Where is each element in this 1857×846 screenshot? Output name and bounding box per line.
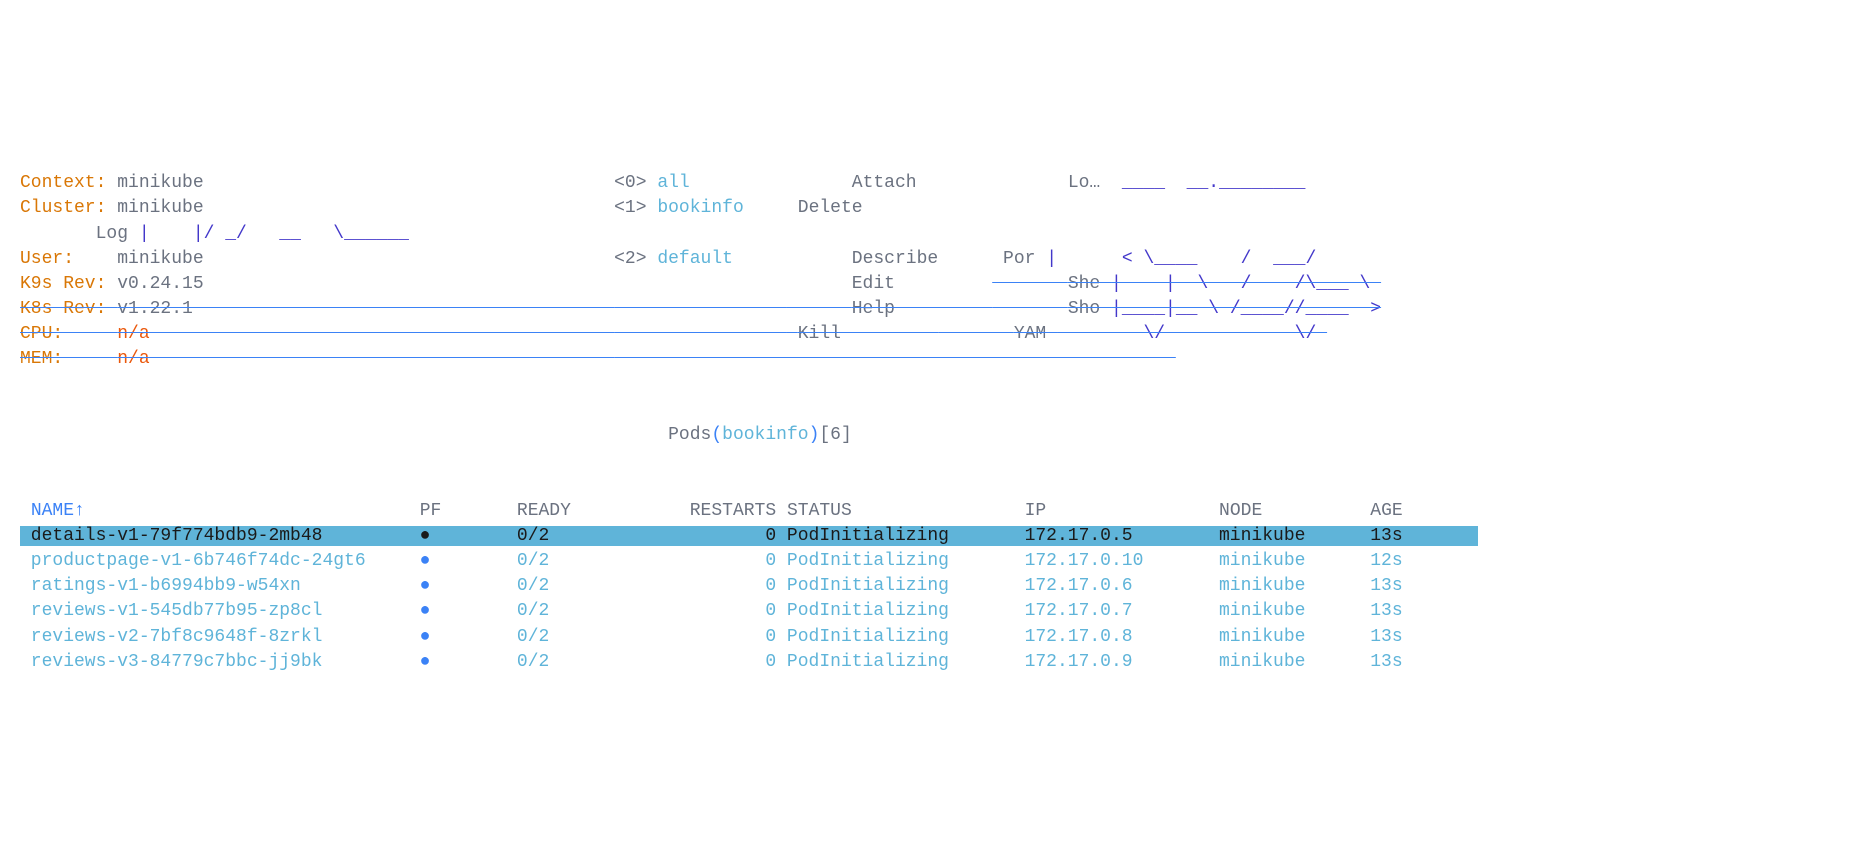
hotkey-text: Describe: [852, 249, 992, 269]
pf-dot: ●: [420, 576, 517, 596]
table-row[interactable]: reviews-v1-545db77b95-zp8cl ● 0/2 0 PodI…: [20, 601, 1478, 621]
hotkey-key: [992, 173, 1068, 193]
col-name[interactable]: NAME↑: [31, 501, 420, 521]
pf-dot: ●: [420, 551, 517, 571]
hotkey-text: Edit: [852, 274, 992, 294]
table-row[interactable]: reviews-v3-84779c7bbc-jj9bk ● 0/2 0 PodI…: [20, 652, 1478, 672]
ns-key[interactable]: <0>: [614, 173, 657, 193]
info-label: MEM:: [20, 349, 117, 369]
col-restarts[interactable]: RESTARTS: [625, 501, 787, 521]
ns-key[interactable]: <1>: [614, 198, 657, 218]
title-count: [6]: [819, 425, 851, 445]
info-label: K8s Rev:: [20, 299, 117, 319]
info-label: CPU:: [20, 324, 117, 344]
ascii-art: | | \ / /\___ \: [1111, 274, 1381, 294]
title-rparen: ): [809, 425, 820, 445]
col-node[interactable]: NODE: [1219, 501, 1370, 521]
hotkey-key: [938, 324, 1014, 344]
hotkey-text: Attach: [852, 173, 992, 193]
hotkey-key: [787, 274, 852, 294]
info-value: minikube: [117, 198, 614, 218]
hotkey-text: YAM: [1014, 324, 1057, 344]
hotkey-text: She: [1068, 274, 1111, 294]
hotkey-key: [787, 198, 798, 218]
pf-dot: ●: [420, 627, 517, 647]
hotkey-text: Sho: [1068, 299, 1111, 319]
title-lparen: (: [711, 425, 722, 445]
ns-name[interactable]: bookinfo: [657, 198, 787, 218]
col-ready[interactable]: READY: [517, 501, 625, 521]
title-prefix: Pods: [668, 425, 711, 445]
ns-name[interactable]: all: [657, 173, 787, 193]
info-value: n/a: [117, 324, 614, 344]
info-label: User:: [20, 249, 117, 269]
col-pf[interactable]: PF: [420, 501, 517, 521]
info-value: v0.24.15: [117, 274, 614, 294]
hotkey-key: [787, 173, 852, 193]
title-ns: bookinfo: [722, 425, 808, 445]
info-label: Context:: [20, 173, 117, 193]
table-row[interactable]: productpage-v1-6b746f74dc-24gt6 ● 0/2 0 …: [20, 551, 1478, 571]
header-panel: Context: minikube <0> all Attach Lo… ___…: [20, 171, 1837, 373]
table-row[interactable]: details-v1-79f774bdb9-2mb48 ● 0/2 0 PodI…: [20, 526, 1478, 546]
info-value: minikube: [117, 249, 614, 269]
hotkey-text: Por: [1003, 249, 1046, 269]
ascii-art: |____|__ \ /____//____ >: [1111, 299, 1381, 319]
hotkey-key: [787, 299, 852, 319]
hotkey-text: Log: [96, 224, 139, 244]
ns-name[interactable]: default: [657, 249, 787, 269]
pods-table[interactable]: NAME↑ PF READY RESTARTS STATUS IP NODE A…: [20, 499, 1837, 675]
pf-dot: ●: [420, 652, 517, 672]
hotkey-text: Help: [852, 299, 992, 319]
info-label: K9s Rev:: [20, 274, 117, 294]
info-value: v1.22.1: [117, 299, 614, 319]
hotkey-key: [992, 249, 1003, 269]
info-label: Cluster:: [20, 198, 117, 218]
table-row[interactable]: ratings-v1-b6994bb9-w54xn ● 0/2 0 PodIni…: [20, 576, 1478, 596]
ns-key[interactable]: <2>: [614, 249, 657, 269]
ascii-art: \/ \/: [1057, 324, 1327, 344]
hotkey-key: Log | |/ _/ __ \______ User: minikube <2…: [20, 222, 1837, 373]
pf-dot: ●: [420, 601, 517, 621]
hotkey-key: [992, 274, 1068, 294]
hotkey-text: Kill: [798, 324, 938, 344]
ascii-art: | |/ _/ __ \______: [139, 224, 409, 244]
info-value: minikube: [117, 173, 614, 193]
hotkey-text: Lo…: [1068, 173, 1111, 193]
col-age[interactable]: AGE: [1370, 501, 1478, 521]
col-ip[interactable]: IP: [1025, 501, 1219, 521]
hotkey-key: [787, 324, 798, 344]
col-status[interactable]: STATUS: [787, 501, 1025, 521]
info-value: n/a: [117, 349, 614, 369]
ascii-art: | < \____ / ___/: [1046, 249, 1316, 269]
pf-dot: ●: [420, 526, 517, 546]
title-line: Pods(bookinfo)[6]: [20, 423, 1837, 448]
ascii-art: ____ __.________: [1111, 173, 1381, 193]
k9s-pods-view: Context: minikube <0> all Attach Lo… ___…: [20, 121, 1837, 700]
hotkey-text: Delete: [798, 198, 938, 218]
hotkey-key: [992, 299, 1068, 319]
hotkey-key: [787, 249, 852, 269]
table-row[interactable]: reviews-v2-7bf8c9648f-8zrkl ● 0/2 0 PodI…: [20, 627, 1478, 647]
